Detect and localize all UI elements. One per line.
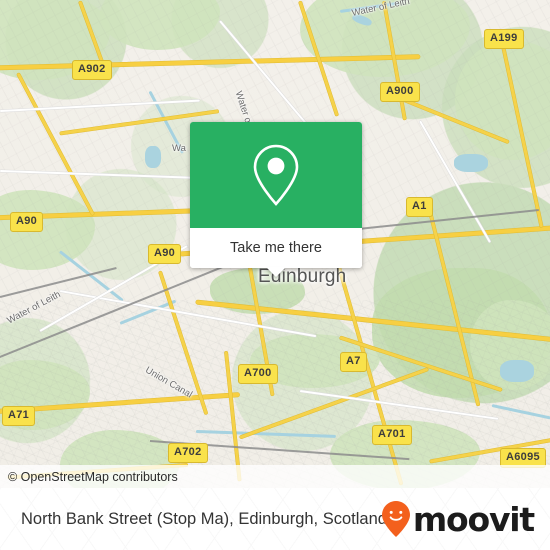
take-me-there-label: Take me there — [230, 240, 322, 256]
road-shield[interactable]: A702 — [168, 443, 208, 463]
road-shield[interactable]: A7 — [340, 352, 367, 372]
road-shield[interactable]: A71 — [2, 406, 36, 426]
moovit-wordmark: moovit — [412, 499, 535, 539]
station-title: North Bank Street (Stop Ma), Edinburgh, … — [21, 509, 387, 528]
map-pin-icon — [253, 144, 299, 206]
road-shield[interactable]: A199 — [484, 29, 524, 49]
road-shield[interactable]: A1 — [406, 197, 433, 217]
road-shield[interactable]: A90 — [10, 212, 44, 232]
map-canvas[interactable]: A902 A199 A900 A90 A90 A1 A7 A700 A702 A… — [0, 0, 550, 488]
road-shield[interactable]: A900 — [380, 82, 420, 102]
card-header — [190, 122, 362, 228]
card-pointer-tail — [266, 267, 286, 277]
road-shield[interactable]: A90 — [148, 244, 182, 264]
road-shield[interactable]: A902 — [72, 60, 112, 80]
map-water — [454, 154, 488, 172]
map-attribution-bar: © OpenStreetMap contributors — [0, 465, 550, 488]
footer-bar: North Bank Street (Stop Ma), Edinburgh, … — [0, 488, 550, 550]
moovit-smiley-pin-icon — [381, 501, 410, 537]
road-shield[interactable]: A701 — [372, 425, 412, 445]
station-popup-card[interactable]: Take me there — [190, 122, 362, 277]
osm-attribution-text[interactable]: © OpenStreetMap contributors — [0, 470, 178, 484]
moovit-logo[interactable]: moovit — [381, 499, 535, 539]
map-water — [500, 360, 534, 382]
take-me-there-button[interactable]: Take me there — [190, 228, 362, 268]
road-shield[interactable]: A700 — [238, 364, 278, 384]
moovit-station-card-screenshot: A902 A199 A900 A90 A90 A1 A7 A700 A702 A… — [0, 0, 550, 550]
map-water-label: Wa — [172, 143, 186, 154]
map-water — [145, 146, 161, 168]
